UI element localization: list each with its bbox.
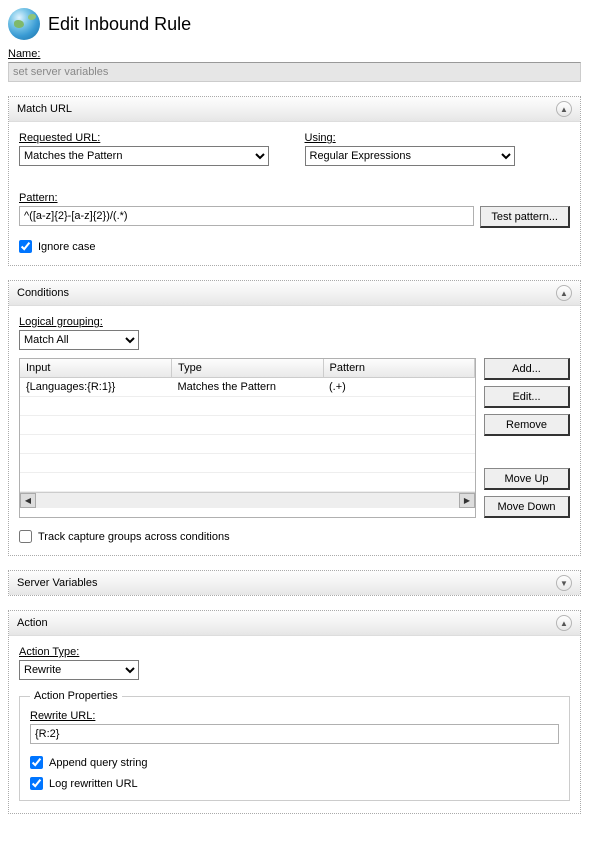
track-groups-label: Track capture groups across conditions	[38, 531, 230, 543]
rewrite-url-label: Rewrite URL:	[30, 710, 95, 722]
expand-server-variables-icon[interactable]: ▼	[556, 575, 572, 591]
requested-url-label: Requested URL:	[19, 132, 100, 144]
append-qs-label: Append query string	[49, 757, 147, 769]
move-up-button[interactable]: Move Up	[484, 468, 570, 490]
log-rewritten-label: Log rewritten URL	[49, 778, 138, 790]
using-label: Using:	[305, 132, 336, 144]
server-variables-title: Server Variables	[17, 577, 98, 589]
conditions-title: Conditions	[17, 287, 69, 299]
track-groups-checkbox[interactable]	[19, 530, 32, 543]
requested-url-select[interactable]: Matches the Pattern	[19, 146, 269, 166]
remove-button[interactable]: Remove	[484, 414, 570, 436]
action-panel: Action ▲ Action Type: Rewrite Action Pro…	[8, 610, 581, 814]
collapse-conditions-icon[interactable]: ▲	[556, 285, 572, 301]
using-select[interactable]: Regular Expressions	[305, 146, 515, 166]
scroll-left-icon[interactable]: ◀	[20, 493, 36, 508]
scroll-right-icon[interactable]: ▶	[459, 493, 475, 508]
name-input[interactable]: set server variables	[8, 62, 581, 82]
globe-icon	[8, 8, 40, 40]
move-down-button[interactable]: Move Down	[484, 496, 570, 518]
append-qs-checkbox[interactable]	[30, 756, 43, 769]
page-title: Edit Inbound Rule	[48, 14, 191, 35]
name-label: Name:	[8, 48, 40, 60]
table-row: .	[20, 473, 475, 492]
ignore-case-checkbox[interactable]	[19, 240, 32, 253]
table-row[interactable]: {Languages:{R:1}} Matches the Pattern (.…	[20, 378, 475, 397]
conditions-table[interactable]: Input Type Pattern {Languages:{R:1}} Mat…	[19, 358, 476, 518]
collapse-action-icon[interactable]: ▲	[556, 615, 572, 631]
logical-grouping-label: Logical grouping:	[19, 316, 103, 328]
action-title: Action	[17, 617, 48, 629]
col-type[interactable]: Type	[172, 359, 324, 378]
match-url-title: Match URL	[17, 103, 72, 115]
server-variables-panel: Server Variables ▼	[8, 570, 581, 596]
table-row: .	[20, 416, 475, 435]
col-input[interactable]: Input	[20, 359, 172, 378]
table-row: .	[20, 454, 475, 473]
action-properties-legend: Action Properties	[30, 690, 122, 702]
action-type-label: Action Type:	[19, 646, 79, 658]
log-rewritten-checkbox[interactable]	[30, 777, 43, 790]
table-row: .	[20, 435, 475, 454]
logical-grouping-select[interactable]: Match All	[19, 330, 139, 350]
test-pattern-button[interactable]: Test pattern...	[480, 206, 570, 228]
pattern-input[interactable]	[19, 206, 474, 226]
match-url-panel: Match URL ▲ Requested URL: Matches the P…	[8, 96, 581, 266]
collapse-match-url-icon[interactable]: ▲	[556, 101, 572, 117]
conditions-panel: Conditions ▲ Logical grouping: Match All…	[8, 280, 581, 556]
pattern-label: Pattern:	[19, 192, 58, 204]
action-properties-group: Action Properties Rewrite URL: Append qu…	[19, 690, 570, 801]
edit-button[interactable]: Edit...	[484, 386, 570, 408]
add-button[interactable]: Add...	[484, 358, 570, 380]
table-hscroll[interactable]: ◀ ▶	[20, 492, 475, 508]
table-row: .	[20, 397, 475, 416]
action-type-select[interactable]: Rewrite	[19, 660, 139, 680]
rewrite-url-input[interactable]	[30, 724, 559, 744]
ignore-case-label: Ignore case	[38, 241, 95, 253]
col-pattern[interactable]: Pattern	[323, 359, 475, 378]
